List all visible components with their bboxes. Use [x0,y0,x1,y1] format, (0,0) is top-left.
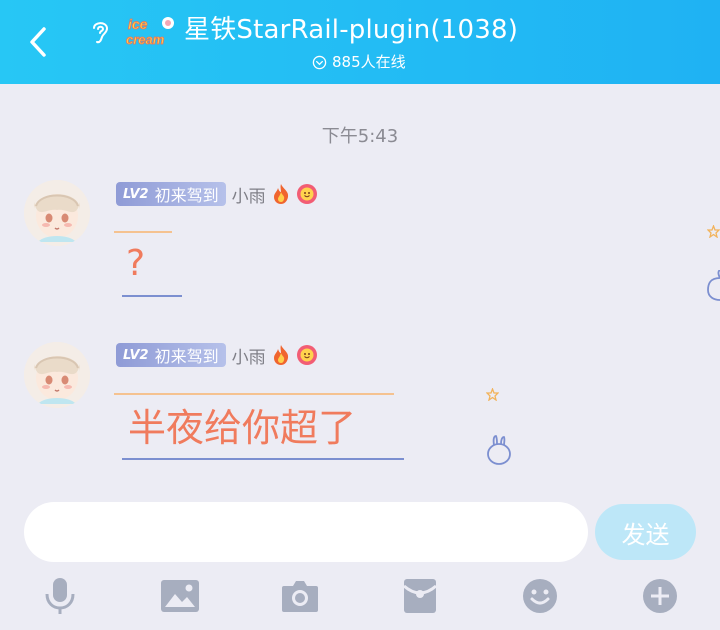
online-count-label: 885人在线 [332,53,406,71]
emoji-icon[interactable] [520,576,560,616]
message-text: ? [126,243,146,284]
sender-info: LV2 初来驾到 小雨 [116,181,318,207]
sender-info: LV2 初来驾到 小雨 [116,342,318,368]
bunny-decoration-icon [707,270,720,301]
star-decoration-icon [707,225,720,238]
chat-bubble[interactable]: 半夜给你超了 [114,388,414,464]
chevron-circle-icon [312,55,327,69]
level-label: LV2 [123,186,149,202]
fire-icon [273,345,288,365]
red-packet-icon[interactable] [400,576,440,616]
chevron-left-icon [30,27,46,57]
member-title: 初来驾到 [154,186,219,205]
bubble-top-line [114,231,172,233]
chat-header: ice cream 星铁StarRail-plugin(1038) 885人在线 [0,0,720,84]
flower-face-icon [296,184,317,204]
bunny-decoration-icon [487,435,511,465]
image-icon[interactable] [160,576,200,616]
sender-avatar[interactable] [24,180,90,246]
star-decoration-icon [486,388,499,401]
chat-bubble[interactable]: ? [114,226,184,302]
sender-avatar[interactable] [24,342,90,408]
level-badge: LV2 初来驾到 [116,343,226,367]
message-input[interactable] [24,502,588,562]
send-button[interactable]: 发送 [595,504,696,560]
plus-icon[interactable] [640,576,680,616]
ear-icon[interactable] [88,18,112,46]
bubble-bottom-line [122,295,182,297]
svg-text:cream: cream [126,32,165,47]
bubble-bottom-line [122,458,404,460]
message-text: 半夜给你超了 [128,406,357,450]
svg-text:ice: ice [128,16,148,32]
level-label: LV2 [123,347,149,363]
avatar-image [24,180,90,246]
message-timestamp: 下午5:43 [321,126,399,147]
microphone-icon[interactable] [40,576,80,616]
avatar-image [24,342,90,408]
group-logo-icon: ice cream [126,16,174,47]
level-badge: LV2 初来驾到 [116,182,226,206]
back-button[interactable] [20,24,56,60]
fire-icon [273,184,288,204]
flower-face-icon [296,345,317,365]
member-title: 初来驾到 [154,347,219,366]
bubble-top-line [114,393,394,395]
group-title: 星铁StarRail-plugin(1038) [184,15,519,45]
sender-name[interactable]: 小雨 [232,343,266,368]
sender-name[interactable]: 小雨 [232,182,266,207]
online-count[interactable]: 885人在线 [312,52,406,72]
camera-icon[interactable] [280,576,320,616]
